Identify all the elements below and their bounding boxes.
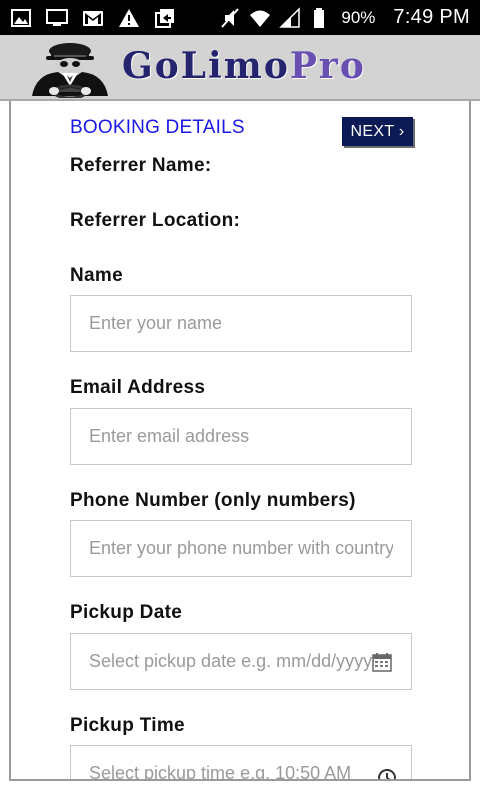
section-title: BOOKING DETAILS <box>70 117 245 138</box>
logo-limo: Limo <box>180 45 290 87</box>
pickup-date-label: Pickup Date <box>70 602 183 623</box>
next-button[interactable]: NEXT › <box>342 117 413 146</box>
referrer-name-label: Referrer Name: <box>70 155 212 176</box>
battery-percent: 90% <box>341 7 376 27</box>
logo-go: Go <box>122 45 181 87</box>
chauffeur-logo-icon <box>24 38 116 100</box>
pickup-date-input[interactable] <box>70 633 412 690</box>
battery-icon <box>309 7 331 29</box>
gmail-icon <box>82 7 104 29</box>
email-label: Email Address <box>70 377 206 398</box>
booking-form: BOOKING DETAILS NEXT › Referrer Name: Re… <box>9 101 471 781</box>
email-input[interactable] <box>70 408 412 465</box>
calendar-icon[interactable] <box>371 651 393 673</box>
bottom-strip <box>0 781 480 800</box>
pickup-time-label: Pickup Time <box>70 715 185 736</box>
logo-pro: Pro <box>289 45 366 87</box>
phone-input[interactable] <box>70 520 412 577</box>
status-bar: 90% 7:49 PM <box>0 0 480 35</box>
warning-icon <box>118 7 140 29</box>
name-input[interactable] <box>70 295 412 352</box>
app-logo-text: GoLimoPro <box>122 45 366 87</box>
clock-icon[interactable] <box>376 767 398 779</box>
wifi-icon <box>249 7 271 29</box>
clock: 7:49 PM <box>393 6 470 28</box>
pickup-time-input[interactable] <box>70 745 412 779</box>
share-icon <box>154 7 176 29</box>
phone-label: Phone Number (only numbers) <box>70 490 356 511</box>
screen-icon <box>46 7 68 29</box>
app-header: GoLimoPro <box>0 35 480 101</box>
name-label: Name <box>70 265 123 286</box>
mute-icon <box>219 7 241 29</box>
referrer-location-label: Referrer Location: <box>70 210 241 231</box>
signal-icon <box>279 6 301 29</box>
gallery-icon <box>10 7 32 29</box>
